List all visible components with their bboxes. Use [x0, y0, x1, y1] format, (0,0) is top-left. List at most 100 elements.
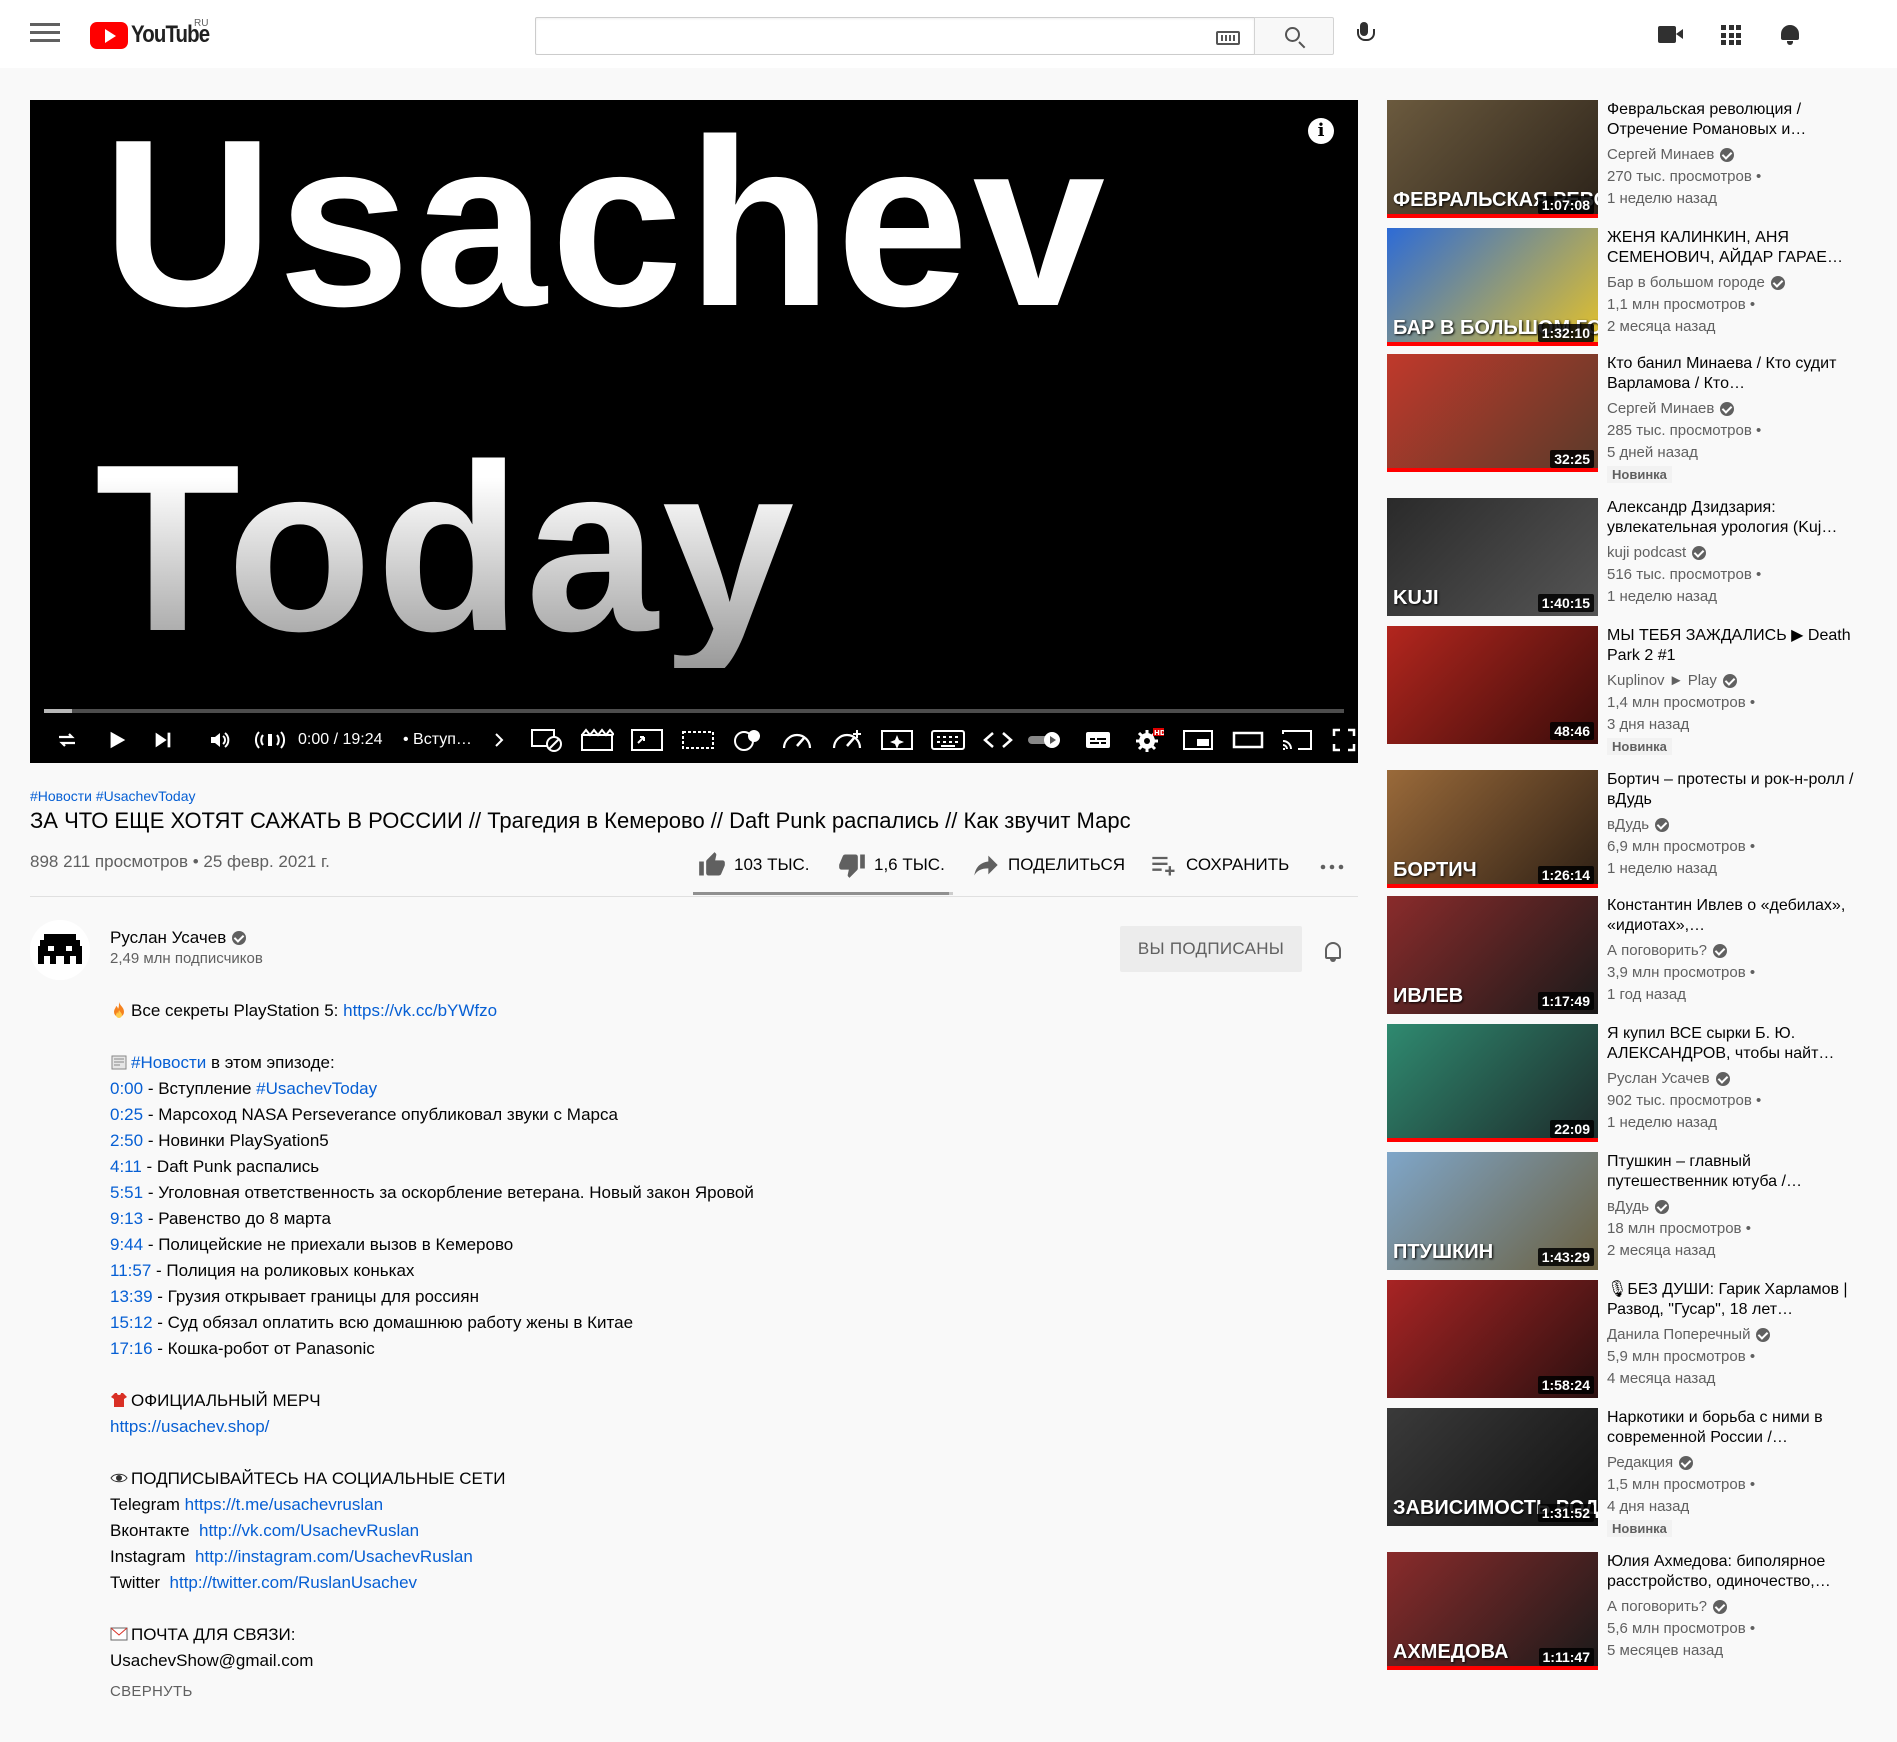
- volume-icon[interactable]: [206, 728, 234, 752]
- chapter-hashtag-link[interactable]: #UsachevToday: [256, 1079, 377, 1098]
- recommendation-card[interactable]: БАР В БОЛЬШОМ ГОРОДЕ1:32:10ЖЕНЯ КАЛИНКИН…: [1387, 228, 1867, 346]
- chapter-timestamp-link[interactable]: 9:44: [110, 1235, 143, 1254]
- recommendation-title[interactable]: Бортич – протесты и рок-н-ролл / вДудь: [1607, 770, 1867, 810]
- speed-plus-icon[interactable]: [830, 728, 864, 752]
- recommendation-title[interactable]: Александр Дзидзария: увлекательная уроло…: [1607, 498, 1867, 538]
- save-button[interactable]: СОХРАНИТЬ: [1150, 850, 1289, 880]
- merch-link[interactable]: https://usachev.shop/: [110, 1417, 269, 1436]
- recommendation-thumbnail[interactable]: ИВЛЕВ 1:17:49: [1387, 896, 1598, 1014]
- recommendation-channel[interactable]: Сергей Минаев: [1607, 398, 1867, 420]
- recommendation-card[interactable]: АХМЕДОВА 1:11:47 Юлия Ахмедова: биполярное…: [1387, 1552, 1867, 1670]
- recommendation-channel[interactable]: kuji podcast: [1607, 542, 1867, 564]
- channel-name[interactable]: Руслан Усачев: [110, 928, 247, 948]
- channel-avatar[interactable]: [30, 920, 90, 980]
- recommendation-channel[interactable]: Бар в большом городе: [1607, 272, 1867, 294]
- recommendation-title[interactable]: 🎙БЕЗ ДУШИ: Гарик Харламов | Развод, "Гус…: [1607, 1280, 1867, 1320]
- youtube-logo[interactable]: YouTube RU: [90, 18, 223, 50]
- recommendation-thumbnail[interactable]: ПТУШКИН 1:43:29: [1387, 1152, 1598, 1270]
- hashtag-link[interactable]: #UsachevToday: [96, 788, 196, 804]
- filter-icon[interactable]: [730, 728, 764, 752]
- social-link[interactable]: http://instagram.com/UsachevRuslan: [195, 1547, 473, 1566]
- loop-icon[interactable]: [54, 728, 80, 752]
- search-input[interactable]: [535, 17, 1255, 55]
- chapter-timestamp-link[interactable]: 9:13: [110, 1209, 143, 1228]
- clapperboard-icon[interactable]: [580, 728, 615, 752]
- collapse-description-button[interactable]: СВЕРНУТЬ: [110, 1683, 193, 1700]
- dislike-button[interactable]: 1,6 ТЫС.: [838, 850, 945, 880]
- recommendation-channel[interactable]: вДудь: [1607, 814, 1867, 836]
- create-video-icon[interactable]: [1658, 26, 1683, 43]
- next-icon[interactable]: [152, 728, 174, 752]
- recommendation-thumbnail[interactable]: АХМЕДОВА 1:11:47: [1387, 1552, 1598, 1670]
- recommendation-thumbnail[interactable]: БАР В БОЛЬШОМ ГОРОДЕ1:32:10: [1387, 228, 1598, 346]
- stereo-audio-icon[interactable]: [252, 728, 288, 752]
- recommendation-title[interactable]: Я купил ВСЕ сырки Б. Ю. АЛЕКСАНДРОВ, что…: [1607, 1024, 1867, 1064]
- chapter-title[interactable]: • Вступ…: [403, 731, 472, 749]
- chapter-timestamp-link[interactable]: 4:11: [110, 1157, 142, 1176]
- chapter-timestamp-link[interactable]: 5:51: [110, 1183, 143, 1202]
- recommendation-card[interactable]: ИВЛЕВ 1:17:49 Константин Ивлев о «дебилах»…: [1387, 896, 1867, 1014]
- settings-gear-icon[interactable]: HD: [1134, 728, 1166, 752]
- recommendation-card[interactable]: БОРТИЧ 1:26:14 Бортич – протесты и рок-н-р…: [1387, 770, 1867, 888]
- chevron-right-icon[interactable]: [492, 728, 506, 752]
- recommendation-title[interactable]: Юлия Ахмедова: биполярное расстройство, …: [1607, 1552, 1867, 1592]
- recommendation-card[interactable]: ЗАВИСИМОСТЬ РОДИНЫ1:31:52Наркотики и бор…: [1387, 1408, 1867, 1537]
- recommendation-thumbnail[interactable]: БОРТИЧ 1:26:14: [1387, 770, 1598, 888]
- recommendation-title[interactable]: Птушкин – главный путешественник ютуба /…: [1607, 1152, 1867, 1192]
- recommendation-card[interactable]: 32:25 Кто банил Минаева / Кто судит Варла…: [1387, 354, 1867, 483]
- hashtag-link[interactable]: #Новости: [30, 788, 92, 804]
- recommendation-title[interactable]: МЫ ТЕБЯ ЗАЖДАЛИСЬ ▶ Death Park 2 #1: [1607, 626, 1867, 666]
- frame-icon[interactable]: [680, 728, 716, 752]
- recommendation-channel[interactable]: Руслан Усачев: [1607, 1068, 1867, 1090]
- autoplay-toggle[interactable]: [1026, 728, 1064, 752]
- recommendation-channel[interactable]: А поговорить?: [1607, 1596, 1867, 1618]
- recommendation-title[interactable]: Наркотики и борьба с ними в современной …: [1607, 1408, 1867, 1448]
- recommendation-channel[interactable]: Данила Поперечный: [1607, 1324, 1867, 1346]
- social-link[interactable]: http://twitter.com/RuslanUsachev: [170, 1573, 418, 1592]
- search-button[interactable]: [1254, 17, 1334, 55]
- recommendation-title[interactable]: ЖЕНЯ КАЛИНКИН, АНЯ СЕМЕНОВИЧ, АЙДАР ГАРА…: [1607, 228, 1867, 268]
- chapter-timestamp-link[interactable]: 2:50: [110, 1131, 143, 1150]
- recommendation-title[interactable]: Константин Ивлев о «дебилах», «идиотах»,…: [1607, 896, 1867, 936]
- recommendation-channel[interactable]: вДудь: [1607, 1196, 1867, 1218]
- video-player[interactable]: Usachev Today i 0:00 / 19:24 • Вступ… HD: [30, 100, 1358, 763]
- info-icon[interactable]: i: [1308, 118, 1334, 144]
- recommendation-thumbnail[interactable]: ФЕВРАЛЬСКАЯ РЕВОЛЮЦИ1:07:08: [1387, 100, 1598, 218]
- subtitles-icon[interactable]: [1084, 728, 1112, 752]
- cast-icon[interactable]: [1280, 728, 1314, 752]
- recommendation-channel[interactable]: Kuplinov ► Play: [1607, 670, 1867, 692]
- fullscreen-icon[interactable]: [1332, 728, 1356, 752]
- play-icon[interactable]: [106, 728, 128, 752]
- recommendation-card[interactable]: 1:58:24 🎙БЕЗ ДУШИ: Гарик Харламов | Разво…: [1387, 1280, 1867, 1398]
- chapter-timestamp-link[interactable]: 13:39: [110, 1287, 153, 1306]
- recommendation-title[interactable]: Февральская революция / Отречение Романо…: [1607, 100, 1867, 140]
- recommendation-card[interactable]: 48:46 МЫ ТЕБЯ ЗАЖДАЛИСЬ ▶ Death Park 2 #1…: [1387, 626, 1867, 755]
- keyboard-icon[interactable]: [1216, 31, 1240, 45]
- enhance-icon[interactable]: [880, 728, 914, 752]
- embed-code-icon[interactable]: [982, 728, 1014, 752]
- theater-mode-icon[interactable]: [1232, 728, 1264, 752]
- social-link[interactable]: http://vk.com/UsachevRuslan: [199, 1521, 419, 1540]
- news-hashtag-link[interactable]: #Новости: [131, 1053, 206, 1072]
- subscribed-button[interactable]: ВЫ ПОДПИСАНЫ: [1120, 926, 1302, 972]
- recommendation-card[interactable]: ФЕВРАЛЬСКАЯ РЕВОЛЮЦИ1:07:08Февральская р…: [1387, 100, 1867, 218]
- keyboard-shortcuts-icon[interactable]: [930, 728, 966, 752]
- chapter-timestamp-link[interactable]: 11:57: [110, 1261, 151, 1280]
- recommendation-thumbnail[interactable]: 22:09: [1387, 1024, 1598, 1142]
- recommendation-card[interactable]: 22:09 Я купил ВСЕ сырки Б. Ю. АЛЕКСАНДРОВ…: [1387, 1024, 1867, 1142]
- chapter-timestamp-link[interactable]: 17:16: [110, 1339, 153, 1358]
- ad-block-icon[interactable]: [530, 728, 566, 752]
- recommendation-channel[interactable]: Редакция: [1607, 1452, 1867, 1474]
- miniplayer-icon[interactable]: [1182, 728, 1214, 752]
- recommendation-channel[interactable]: А поговорить?: [1607, 940, 1867, 962]
- apps-grid-icon[interactable]: [1721, 25, 1741, 45]
- channel-notifications-bell-icon[interactable]: [1323, 940, 1343, 962]
- recommendation-channel[interactable]: Сергей Минаев: [1607, 144, 1867, 166]
- share-button[interactable]: ПОДЕЛИТЬСЯ: [972, 850, 1125, 880]
- notifications-bell-icon[interactable]: [1780, 23, 1800, 45]
- recommendation-card[interactable]: KUJI 1:40:15 Александр Дзидзария: увлекате…: [1387, 498, 1867, 616]
- chapter-timestamp-link[interactable]: 0:25: [110, 1105, 143, 1124]
- recommendation-thumbnail[interactable]: 1:58:24: [1387, 1280, 1598, 1398]
- screenshot-icon[interactable]: [630, 728, 664, 752]
- recommendation-card[interactable]: ПТУШКИН 1:43:29 Птушкин – главный путешест…: [1387, 1152, 1867, 1270]
